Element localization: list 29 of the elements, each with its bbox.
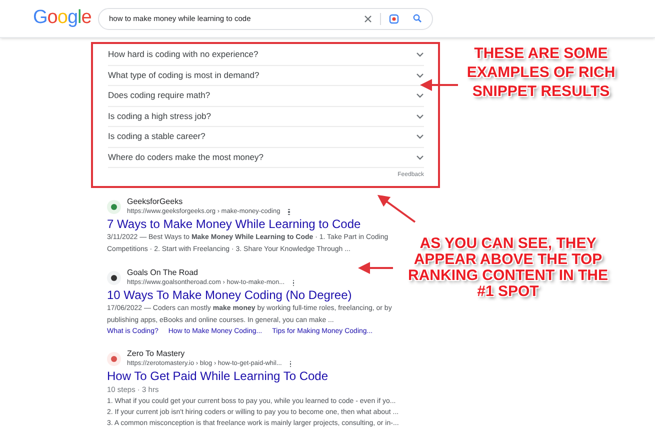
chevron-down-icon — [416, 93, 424, 98]
site-name: Goals On The Road — [127, 268, 200, 278]
arrow — [377, 194, 416, 223]
result-title-link[interactable]: 7 Ways to Make Money While Learning to Code — [107, 217, 361, 232]
camera-icon[interactable] — [389, 14, 399, 24]
chevron-down-icon — [416, 154, 424, 160]
question-row[interactable]: What type of coding is most in demand? — [108, 66, 424, 86]
annotation-text: AS YOU CAN SEE, THEY APPEAR ABOVE THE TOP RANKING CONTENT IN THE #1 SPOT — [407, 236, 609, 300]
clear-icon[interactable] — [364, 14, 372, 22]
site-name: GeeksforGeeks — [127, 197, 184, 207]
question-row[interactable]: Is coding a high stress job? — [108, 106, 424, 127]
google-logo[interactable]: Google — [33, 4, 98, 33]
annotation-text: THESE ARE SOME EXAMPLES OF RICH SNIPPET RESULTS — [466, 44, 616, 101]
site-favicon-icon — [107, 200, 121, 214]
chevron-down-icon — [416, 52, 424, 58]
question-row[interactable]: Is coding a stable career? — [108, 127, 424, 148]
chevron-down-icon — [416, 134, 424, 140]
search-icon[interactable] — [413, 14, 422, 23]
site-name: Zero To Mastery — [127, 349, 186, 359]
chevron-down-icon — [416, 114, 424, 119]
question-row[interactable]: Where do coders make the most money? — [108, 148, 424, 168]
site-favicon-icon — [107, 352, 121, 366]
result-title-link[interactable]: How To Get Paid While Learning To Code — [107, 369, 328, 384]
arrow — [358, 262, 393, 274]
result-title-link[interactable]: 10 Ways To Make Money Coding (No Degree) — [107, 288, 352, 303]
question-row[interactable]: Does coding require math? — [108, 86, 424, 106]
chevron-down-icon — [416, 72, 424, 78]
site-favicon-icon — [107, 271, 121, 285]
question-row[interactable]: How hard is coding with no experience? — [108, 45, 424, 66]
